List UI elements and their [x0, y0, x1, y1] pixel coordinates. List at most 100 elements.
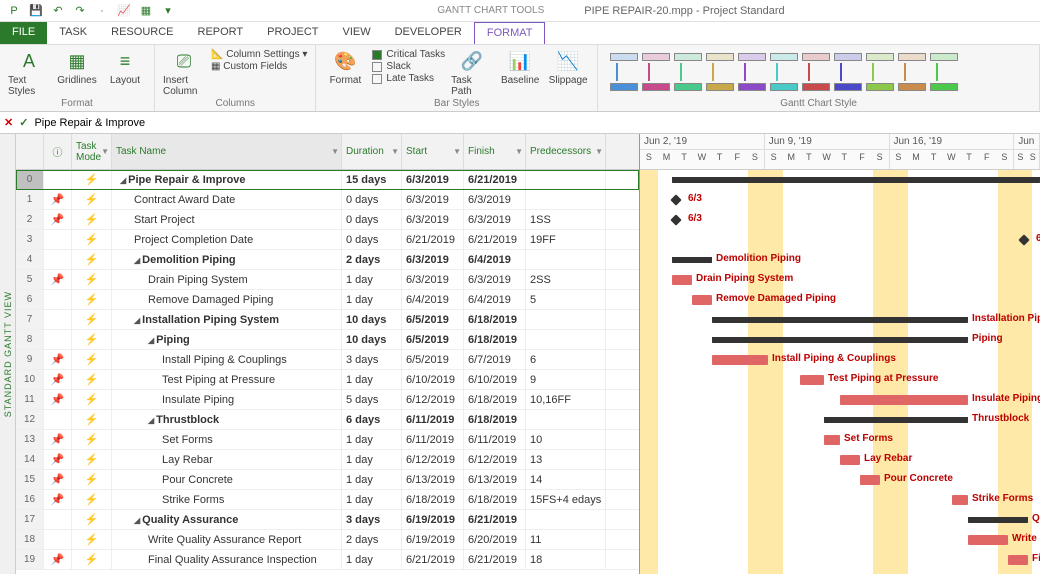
- duration-cell[interactable]: 1 day: [342, 290, 402, 309]
- gantt-row[interactable]: Test Piping at Pressure: [640, 370, 1040, 390]
- tab-view[interactable]: VIEW: [330, 22, 382, 44]
- start-cell[interactable]: 6/3/2019: [402, 190, 464, 209]
- gantt-body[interactable]: Pipe Re6/36/36/21Demolition PipingDrain …: [640, 170, 1040, 574]
- gantt-bar[interactable]: [968, 517, 1028, 523]
- late-tasks-check[interactable]: Late Tasks: [372, 73, 445, 84]
- gantt-row[interactable]: Quality: [640, 510, 1040, 530]
- chart-icon[interactable]: 📈: [116, 3, 132, 19]
- gantt-style-swatch[interactable]: [898, 53, 926, 91]
- start-cell[interactable]: 6/11/2019: [402, 430, 464, 449]
- pred-cell[interactable]: [526, 410, 606, 429]
- collapse-icon[interactable]: ◢: [148, 416, 154, 425]
- name-cell[interactable]: Start Project: [112, 210, 342, 229]
- critical-tasks-check[interactable]: Critical Tasks: [372, 49, 445, 60]
- collapse-icon[interactable]: ◢: [120, 176, 126, 185]
- row-number[interactable]: 11: [16, 390, 44, 409]
- mode-cell[interactable]: ⚡: [72, 450, 112, 469]
- name-cell[interactable]: ◢Thrustblock: [112, 410, 342, 429]
- gantt-row[interactable]: 6/21: [640, 230, 1040, 250]
- col-name[interactable]: Task Name▼: [112, 134, 342, 169]
- name-cell[interactable]: Project Completion Date: [112, 230, 342, 249]
- finish-cell[interactable]: 6/7/2019: [464, 350, 526, 369]
- gantt-row[interactable]: Demolition Piping: [640, 250, 1040, 270]
- gantt-bar[interactable]: [712, 337, 968, 343]
- pred-cell[interactable]: 6: [526, 350, 606, 369]
- gantt-row[interactable]: Write Quali: [640, 530, 1040, 550]
- duration-cell[interactable]: 2 days: [342, 530, 402, 549]
- pred-cell[interactable]: [526, 330, 606, 349]
- qat-dropdown-icon[interactable]: ▾: [160, 3, 176, 19]
- tab-file[interactable]: FILE: [0, 22, 47, 44]
- gantt-bar[interactable]: [712, 317, 968, 323]
- gantt-bar[interactable]: [672, 257, 712, 263]
- gantt-bar[interactable]: [840, 395, 968, 405]
- gantt-row[interactable]: Thrustblock: [640, 410, 1040, 430]
- table-row[interactable]: 10📌⚡Test Piping at Pressure1 day6/10/201…: [16, 370, 639, 390]
- col-start[interactable]: Start▼: [402, 134, 464, 169]
- pred-cell[interactable]: [526, 510, 606, 529]
- chevron-down-icon[interactable]: ▼: [453, 147, 461, 156]
- col-finish[interactable]: Finish▼: [464, 134, 526, 169]
- chevron-down-icon[interactable]: ▼: [101, 147, 109, 156]
- pred-cell[interactable]: 11: [526, 530, 606, 549]
- collapse-icon[interactable]: ◢: [134, 256, 140, 265]
- finish-cell[interactable]: 6/4/2019: [464, 250, 526, 269]
- pred-cell[interactable]: 19FF: [526, 230, 606, 249]
- name-cell[interactable]: ◢Demolition Piping: [112, 250, 342, 269]
- name-cell[interactable]: Write Quality Assurance Report: [112, 530, 342, 549]
- tab-report[interactable]: REPORT: [186, 22, 256, 44]
- gantt-style-swatch[interactable]: [930, 53, 958, 91]
- format-bar-button[interactable]: 🎨Format: [324, 47, 366, 86]
- cell-entry-input[interactable]: [34, 117, 1036, 129]
- mode-cell[interactable]: ⚡: [72, 310, 112, 329]
- mode-cell[interactable]: ⚡: [72, 190, 112, 209]
- gantt-style-swatch[interactable]: [738, 53, 766, 91]
- finish-cell[interactable]: 6/4/2019: [464, 290, 526, 309]
- duration-cell[interactable]: 6 days: [342, 410, 402, 429]
- mode-cell[interactable]: ⚡: [72, 510, 112, 529]
- gantt-bar[interactable]: [952, 495, 968, 505]
- start-cell[interactable]: 6/3/2019: [402, 170, 464, 189]
- mode-cell[interactable]: ⚡: [72, 170, 112, 189]
- row-number[interactable]: 9: [16, 350, 44, 369]
- row-number[interactable]: 2: [16, 210, 44, 229]
- column-settings-button[interactable]: 📐 Column Settings ▾: [211, 49, 307, 60]
- mode-cell[interactable]: ⚡: [72, 490, 112, 509]
- finish-cell[interactable]: 6/18/2019: [464, 330, 526, 349]
- tab-task[interactable]: TASK: [47, 22, 99, 44]
- insert-column-button[interactable]: ⎚Insert Column: [163, 47, 205, 97]
- row-number[interactable]: 18: [16, 530, 44, 549]
- name-cell[interactable]: Remove Damaged Piping: [112, 290, 342, 309]
- pred-cell[interactable]: 2SS: [526, 270, 606, 289]
- gantt-row[interactable]: Install Piping & Couplings: [640, 350, 1040, 370]
- milestone-marker[interactable]: [670, 194, 681, 205]
- finish-cell[interactable]: 6/20/2019: [464, 530, 526, 549]
- mode-cell[interactable]: ⚡: [72, 330, 112, 349]
- start-cell[interactable]: 6/11/2019: [402, 410, 464, 429]
- mode-cell[interactable]: ⚡: [72, 430, 112, 449]
- tab-resource[interactable]: RESOURCE: [99, 22, 185, 44]
- row-number[interactable]: 1: [16, 190, 44, 209]
- gantt-row[interactable]: Pour Concrete: [640, 470, 1040, 490]
- duration-cell[interactable]: 2 days: [342, 250, 402, 269]
- row-number[interactable]: 0: [16, 170, 44, 189]
- name-cell[interactable]: Drain Piping System: [112, 270, 342, 289]
- start-cell[interactable]: 6/10/2019: [402, 370, 464, 389]
- finish-cell[interactable]: 6/18/2019: [464, 410, 526, 429]
- gantt-row[interactable]: 6/3: [640, 190, 1040, 210]
- row-number[interactable]: 8: [16, 330, 44, 349]
- chevron-down-icon[interactable]: ▼: [391, 147, 399, 156]
- finish-cell[interactable]: 6/10/2019: [464, 370, 526, 389]
- finish-cell[interactable]: 6/18/2019: [464, 390, 526, 409]
- redo-icon[interactable]: ↷: [72, 3, 88, 19]
- mode-cell[interactable]: ⚡: [72, 550, 112, 569]
- gantt-row[interactable]: Remove Damaged Piping: [640, 290, 1040, 310]
- start-cell[interactable]: 6/5/2019: [402, 330, 464, 349]
- table-row[interactable]: 4⚡◢Demolition Piping2 days6/3/20196/4/20…: [16, 250, 639, 270]
- tab-developer[interactable]: DEVELOPER: [383, 22, 474, 44]
- gantt-row[interactable]: Installation Pipin: [640, 310, 1040, 330]
- row-number[interactable]: 15: [16, 470, 44, 489]
- table-row[interactable]: 17⚡◢Quality Assurance3 days6/19/20196/21…: [16, 510, 639, 530]
- name-cell[interactable]: ◢Installation Piping System: [112, 310, 342, 329]
- baseline-button[interactable]: 📊Baseline: [499, 47, 541, 86]
